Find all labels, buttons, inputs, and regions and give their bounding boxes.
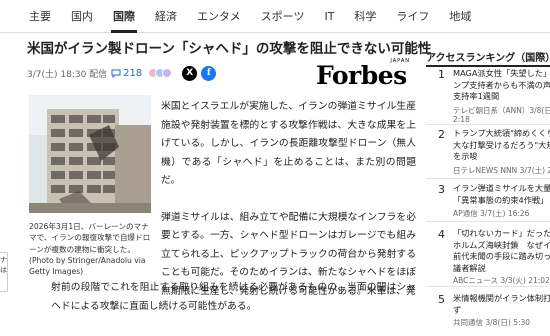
ranking-item-4[interactable]: 4 「切れないカード」だった ホルムズ海峡封鎖 なぜイラン 前代未聞の手段に踏み…: [426, 228, 550, 285]
left-side-tab[interactable]: ナ は: [0, 252, 8, 292]
article-photo[interactable]: [29, 95, 151, 213]
rank-title-line: 米情報機関がイラン体制打倒: [453, 293, 550, 303]
facebook-share-icon[interactable]: f: [201, 65, 217, 81]
rank-title-line: ンプ支持者からも不満の声: [453, 79, 550, 90]
building-illustration: [29, 95, 151, 213]
paragraph-3: 射前の段階でこれを阻止する取り組みを続ける必要があるものの、当面の間はシャヘドに…: [51, 282, 416, 312]
publish-date: 3/7(土) 18:30 配信: [27, 69, 108, 80]
paragraph-1: 米国とイスラエルが実施した、イランの弾道ミサイル生産施設や発射装置を標的とする攻…: [161, 101, 416, 186]
article-body: 米国とイスラエルが実施した、イランの弾道ミサイル生産施設や発射装置を標的とする攻…: [51, 98, 416, 319]
rank-source: ABCニュース 3/3(火) 21:02: [453, 276, 550, 285]
rank-title-line: 「切れないカード」だった: [453, 228, 550, 238]
tab-main[interactable]: 主要: [0, 0, 61, 33]
rank-number: 2: [438, 128, 445, 141]
rank-number: 4: [438, 228, 445, 241]
rank-time: 2:18: [453, 115, 470, 124]
ranking-heading: アクセスランキング（国際）: [426, 53, 550, 64]
rank-title-line: 支持率1週間: [453, 91, 500, 101]
tab-entertainment[interactable]: エンタメ: [187, 0, 251, 33]
article-title: 米国がイラン製ドローン「シャヘド」の攻撃を阻止できない可能性: [27, 41, 432, 57]
rank-number: 3: [438, 183, 445, 196]
reaction-icons[interactable]: [148, 68, 173, 78]
rank-separator: [426, 124, 550, 125]
ranking-item-3[interactable]: 3 イラン弾道ミサイルを大量発射 「異常事態の約束4作戦」 AP通信 3/7(土…: [426, 183, 550, 219]
rank-title-line: 前代未聞の手段に踏み切った: [453, 251, 550, 261]
rank-title-line: 大な打撃受けるだろう"大規模攻撃: [453, 139, 550, 150]
tab-sports[interactable]: スポーツ: [251, 0, 315, 33]
comment-count: 218: [123, 67, 143, 79]
x-share-icon[interactable]: X: [182, 65, 198, 81]
rank-number: 5: [438, 293, 445, 306]
rank-source: AP通信 3/7(土) 16:26: [453, 209, 530, 218]
rank-title-line: 議者解説: [453, 262, 486, 273]
logo-wordmark: Forbes: [316, 61, 407, 90]
ranking-item-1[interactable]: 1 MAGA派女性「失望した」 ンプ支持者からも不満の声 支持率1週間 テレビ朝…: [426, 68, 550, 124]
forbes-japan-logo[interactable]: JAPAN Forbes: [316, 58, 412, 88]
rank-title-line: トランプ大統領"締めくくり": [453, 128, 550, 138]
rank-number: 1: [438, 68, 445, 81]
ranking-divider: [426, 65, 550, 67]
rank-title-line: を示唆: [453, 151, 478, 161]
tab-it[interactable]: IT: [314, 0, 344, 33]
rank-separator: [426, 286, 550, 287]
share-buttons: X f: [182, 65, 217, 81]
tab-domestic[interactable]: 国内: [61, 0, 103, 33]
tab-local[interactable]: 地域: [439, 0, 481, 33]
rank-title-line: ホルムズ海峡封鎖 なぜイラン: [453, 239, 550, 250]
comment-link[interactable]: 218: [111, 68, 142, 79]
rank-title-line: ず: [453, 304, 462, 315]
tab-international[interactable]: 国際: [103, 0, 145, 33]
rank-source: 共同通信 3/8(日) 5:30: [453, 318, 531, 327]
comment-icon: [111, 69, 121, 78]
ranking-item-2[interactable]: 2 トランプ大統領"締めくくり" 大な打撃受けるだろう"大規模攻撃 を示唆 日テ…: [426, 128, 550, 176]
article-meta: 3/7(土) 18:30 配信 218 X f: [27, 64, 217, 82]
ranking-item-5[interactable]: 5 米情報機関がイラン体制打倒 ず 共同通信 3/8(日) 5:30: [426, 293, 550, 333]
rank-separator: [426, 178, 550, 179]
tab-science[interactable]: 科学: [344, 0, 386, 33]
rank-title-line: 「異常事態の約束4作戦」: [453, 194, 549, 205]
reaction-icon-3: [162, 68, 173, 78]
photo-caption: 2026年3月1日、バーレーンのマナマで、イランの報復攻撃で自爆ドローンが複数の…: [29, 222, 151, 277]
rank-title-line: イラン弾道ミサイルを大量発射: [453, 183, 550, 193]
rank-title-line: MAGA派女性「失望した」: [453, 68, 550, 78]
tab-life[interactable]: ライフ: [386, 0, 439, 33]
rank-source: 日テレNEWS NNN 3/7(土) 2: [453, 166, 550, 175]
category-nav: 主要 国内 国際 経済 エンタメ スポーツ IT 科学 ライフ 地域: [0, 0, 550, 33]
tab-economy[interactable]: 経済: [145, 0, 187, 33]
rank-separator: [426, 221, 550, 222]
